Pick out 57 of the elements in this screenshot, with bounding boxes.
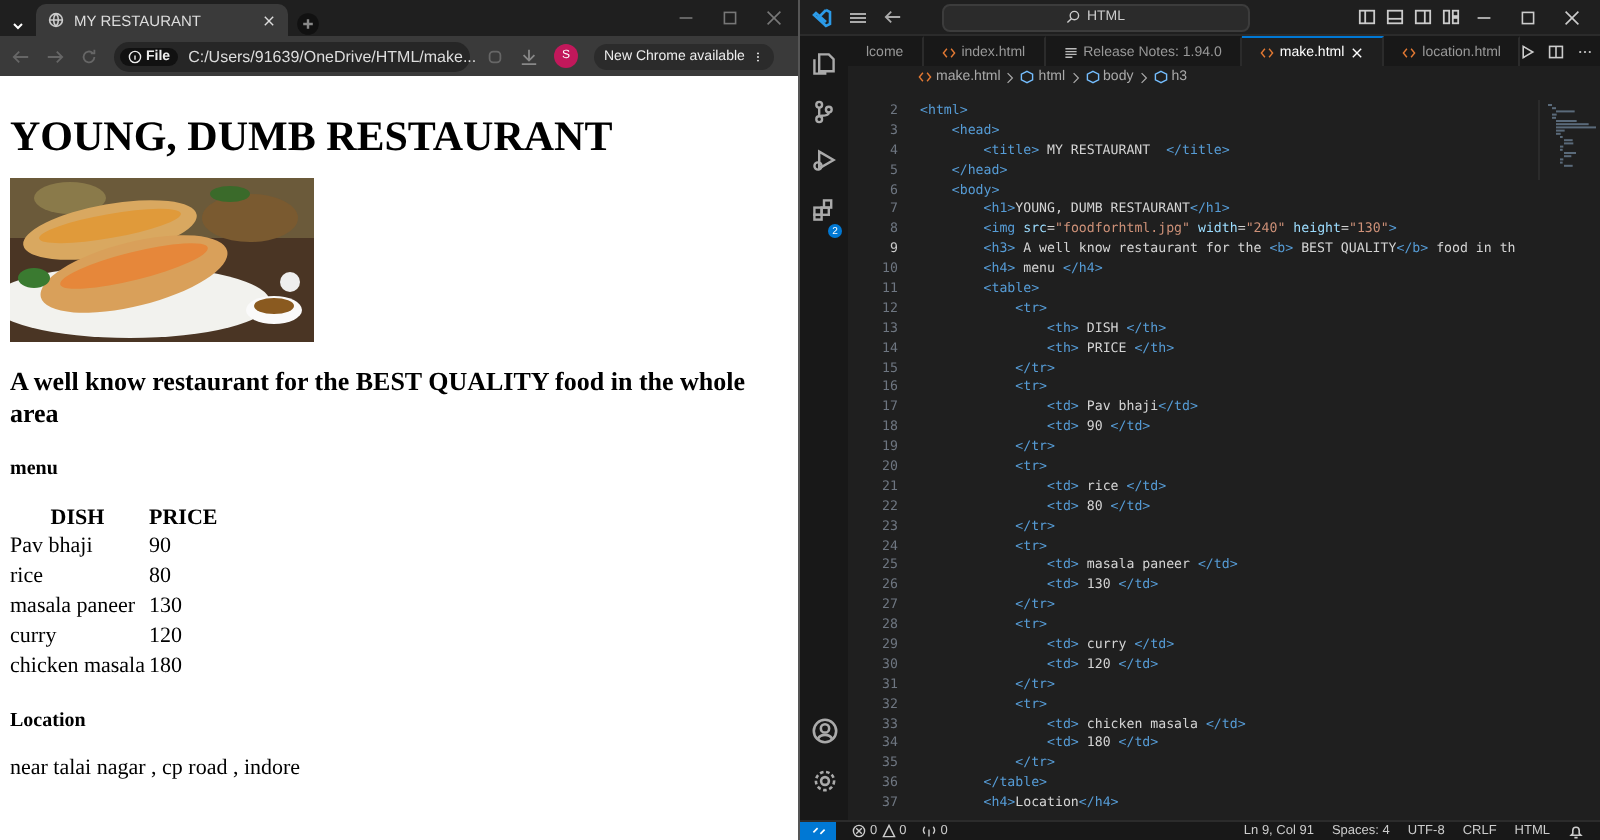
app-logo-icon[interactable] [812,7,832,27]
table-cell: chicken masala [10,652,145,682]
document-icon[interactable] [1063,45,1078,59]
minimap[interactable] [1538,100,1600,180]
info-icon[interactable] [128,49,142,63]
chevron-icon[interactable] [1137,71,1150,83]
element-icon[interactable] [1020,70,1035,84]
new-tab-icon[interactable] [296,12,320,36]
html-file-icon[interactable] [1259,45,1274,59]
bell-icon[interactable] [1568,823,1584,839]
chevron-icon[interactable] [1004,71,1017,83]
table-cell-text: 90 [149,532,173,562]
run-icon[interactable] [1520,43,1537,59]
run-debug-icon[interactable] [812,148,836,172]
back-icon[interactable] [884,8,902,26]
location-heading: Location [10,710,88,732]
customize-layout-icon[interactable] [1442,8,1460,26]
remote-button[interactable] [800,821,836,840]
table-cell-text: 80 [149,562,173,592]
search-icon[interactable] [1066,10,1081,24]
element-icon[interactable] [1085,70,1100,84]
warning-icon[interactable] [881,824,896,838]
panel-icon[interactable] [1386,8,1404,26]
extensions-icon[interactable] [812,198,836,222]
table-cell-text: 130 [149,592,184,622]
error-icon[interactable] [852,824,866,838]
table-cell-text: curry [10,622,59,652]
menu-heading: menu [10,458,60,480]
remote-icon[interactable] [811,824,825,838]
table-cell-text: 180 [149,652,184,682]
tagline: A well know restaurant for the BEST QUALITY food in the whole area [10,366,748,430]
settings-icon[interactable] [811,768,837,794]
sidebar-icon[interactable] [1414,8,1432,26]
html-file-icon[interactable] [941,45,956,59]
table-cell-text: rice [10,562,45,592]
chevron-icon[interactable] [1069,71,1082,83]
html-file-icon[interactable] [918,70,932,84]
split-editor-icon[interactable] [1548,43,1565,59]
antenna-icon[interactable] [922,824,937,838]
explorer-icon[interactable] [812,52,836,76]
maximize-icon[interactable] [1520,9,1536,25]
account-icon[interactable] [811,718,837,744]
table-cell-text: 120 [149,622,184,652]
source-control-icon[interactable] [812,100,836,124]
column-header: DISH [48,504,107,532]
layout-icon[interactable] [1358,8,1376,26]
element-icon[interactable] [1153,70,1168,84]
menu-icon[interactable] [848,7,868,27]
globe-icon[interactable] [48,12,64,28]
html-file-icon[interactable] [1402,45,1417,59]
page-heading: YOUNG, DUMB RESTAURANT [10,112,615,162]
download-icon[interactable] [520,47,538,65]
location-text: near talai nagar , cp road , indore [10,756,303,780]
column-header: PRICE [149,504,218,532]
table-cell-text: masala paneer [10,592,138,622]
close-icon[interactable] [1564,9,1580,25]
table-cell-text: Pav bhaji [10,532,95,562]
